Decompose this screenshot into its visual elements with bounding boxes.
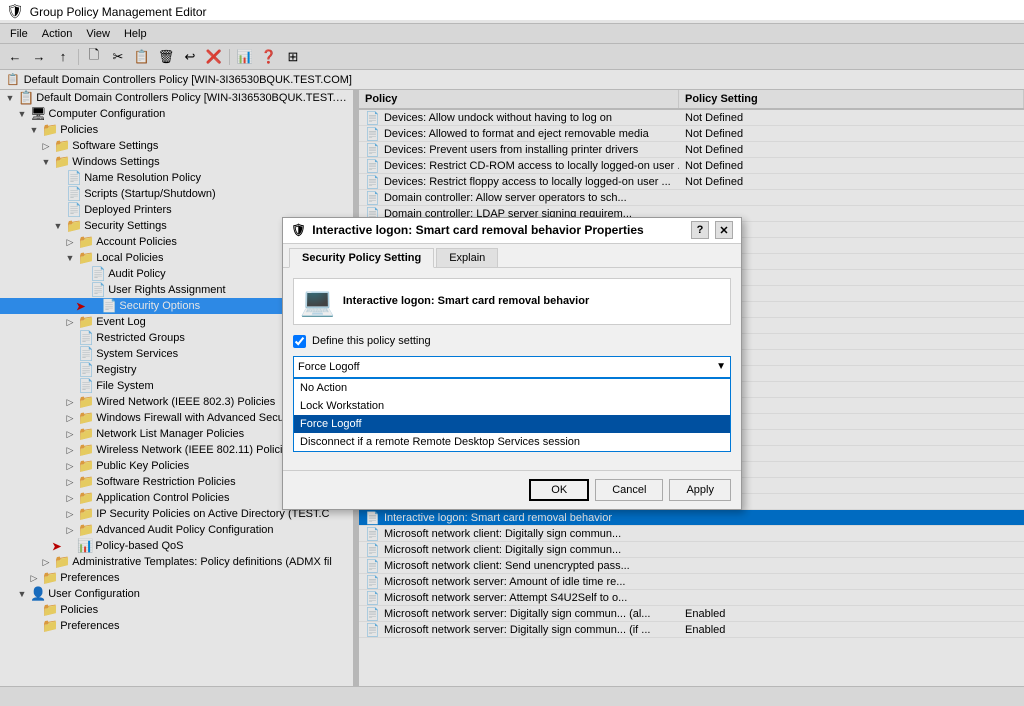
dialog-help-button[interactable]: ? bbox=[691, 201, 709, 219]
tab-security-policy-setting[interactable]: Security Policy Setting bbox=[289, 228, 434, 248]
dialog-overlay: 🛡 Interactive logon: Smart card removal … bbox=[0, 0, 1024, 686]
tab-explain[interactable]: Explain bbox=[436, 228, 498, 247]
dropdown-arrow-icon: ▼ bbox=[716, 341, 726, 352]
dialog-title-bar: 🛡 Interactive logon: Smart card removal … bbox=[283, 198, 741, 224]
dropdown-list: No ActionLock WorkstationForce LogoffDis… bbox=[293, 358, 731, 432]
dialog-close-button[interactable]: ✕ bbox=[715, 201, 733, 219]
dialog-tabs: Security Policy Setting Explain bbox=[283, 224, 741, 248]
ok-button[interactable]: OK bbox=[529, 459, 589, 481]
dialog-header-section: 💻 Interactive logon: Smart card removal … bbox=[293, 258, 731, 305]
dropdown-option-lock-workstation[interactable]: Lock Workstation bbox=[294, 377, 730, 395]
dropdown-selected-text: Force Logoff bbox=[298, 341, 360, 353]
dialog-footer: OK Cancel Apply bbox=[283, 450, 741, 489]
apply-button[interactable]: Apply bbox=[669, 459, 731, 481]
dropdown-selected[interactable]: Force Logoff ▼ bbox=[293, 336, 731, 358]
dropdown-option-no-action[interactable]: No Action bbox=[294, 359, 730, 377]
define-policy-checkbox-row: Define this policy setting bbox=[293, 315, 731, 328]
dropdown-option-force-logoff[interactable]: Force Logoff bbox=[294, 395, 730, 413]
dropdown-row: Force Logoff ▼ No ActionLock Workstation… bbox=[293, 336, 731, 432]
dialog-policy-icon: 💻 bbox=[300, 265, 335, 298]
dropdown-option-disconnect-if-a-remote-remote-desktop-services-session[interactable]: Disconnect if a remote Remote Desktop Se… bbox=[294, 413, 730, 431]
status-bar bbox=[0, 686, 1024, 706]
dialog-body: 💻 Interactive logon: Smart card removal … bbox=[283, 248, 741, 450]
dialog: 🛡 Interactive logon: Smart card removal … bbox=[282, 197, 742, 490]
cancel-button[interactable]: Cancel bbox=[595, 459, 663, 481]
dialog-title-text: Interactive logon: Smart card removal be… bbox=[312, 203, 643, 217]
dialog-policy-title: Interactive logon: Smart card removal be… bbox=[343, 275, 589, 287]
define-policy-label: Define this policy setting bbox=[312, 315, 431, 327]
define-policy-checkbox[interactable] bbox=[293, 315, 306, 328]
dialog-title-icon: 🛡 bbox=[291, 203, 306, 217]
